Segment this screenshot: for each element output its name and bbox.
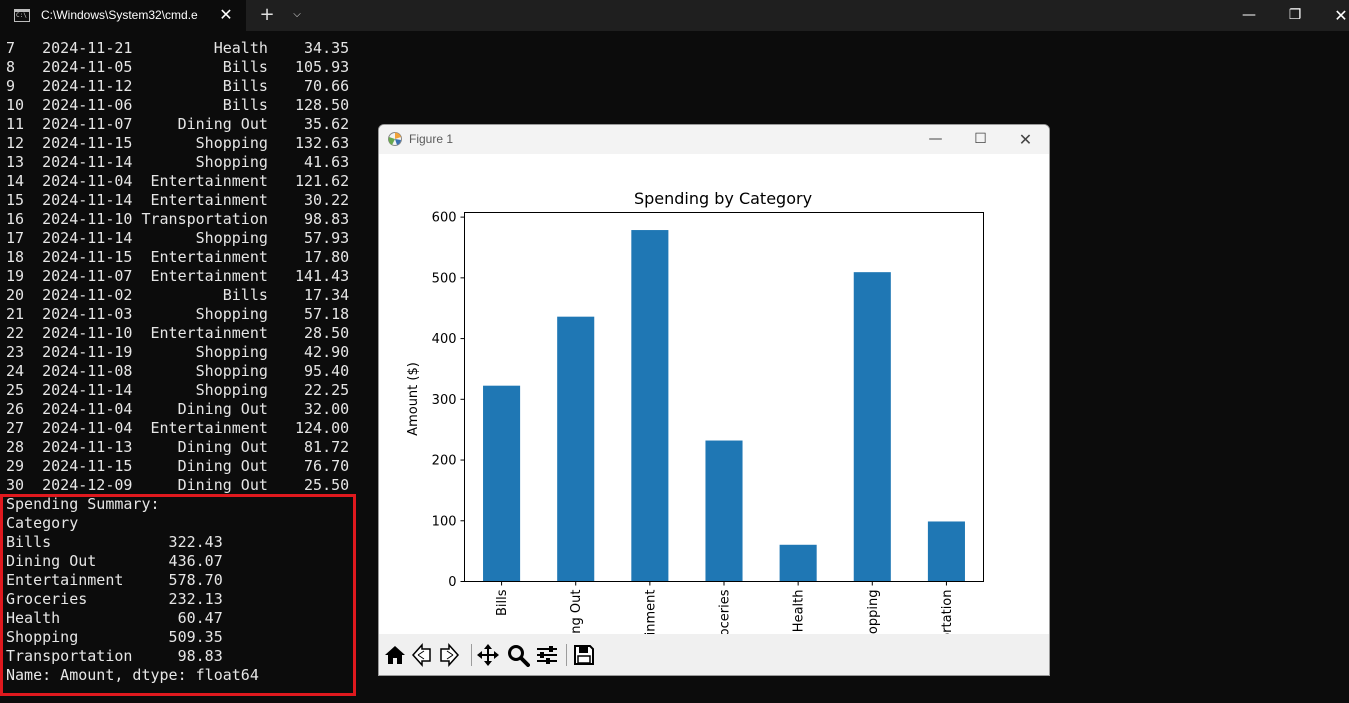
bar-dining-out <box>557 316 595 582</box>
figure-title: Figure 1 <box>409 132 454 146</box>
tab-close-icon[interactable]: ✕ <box>216 5 236 25</box>
terminal-row: 10 2024-11-06 Bills 128.50 <box>6 96 350 114</box>
terminal-row: 19 2024-11-07 Entertainment 141.43 <box>6 267 350 285</box>
figure-window: Figure 1 — ☐ ✕ Spending by Category Amou… <box>378 124 1050 676</box>
terminal-row: 16 2024-11-10 Transportation 98.83 <box>6 210 350 228</box>
terminal-row: 25 2024-11-14 Shopping 22.25 <box>6 381 350 399</box>
plot-area: Spending by Category Amount ($) 0 100 200 3… <box>379 154 1049 634</box>
matplotlib-icon <box>388 132 402 146</box>
bar-groceries <box>705 440 743 582</box>
restore-button[interactable]: ❐ <box>1272 0 1318 31</box>
y-tick-label: 600 <box>432 211 457 226</box>
terminal-row: 23 2024-11-19 Shopping 42.90 <box>6 343 350 361</box>
y-tick-label: 300 <box>432 393 457 408</box>
terminal-row: 15 2024-11-14 Entertainment 30.22 <box>6 191 350 209</box>
figure-maximize-button[interactable]: ☐ <box>958 125 1003 154</box>
figure-close-button[interactable]: ✕ <box>1003 125 1048 154</box>
y-tick-label: 100 <box>432 514 457 529</box>
x-tick-label: Shopping <box>866 590 881 635</box>
figure-titlebar: Figure 1 — ☐ ✕ <box>379 125 1049 154</box>
pan-icon[interactable] <box>476 643 502 667</box>
summary-highlight-box <box>0 494 356 696</box>
back-icon[interactable] <box>410 643 436 667</box>
save-icon[interactable] <box>572 643 598 667</box>
bar-entertainment <box>631 230 669 582</box>
x-tick-label: Health <box>792 590 807 633</box>
terminal-row: 22 2024-11-10 Entertainment 28.50 <box>6 324 350 342</box>
terminal-row: 27 2024-11-04 Entertainment 124.00 <box>6 419 350 437</box>
terminal-row: 21 2024-11-03 Shopping 57.18 <box>6 305 350 323</box>
chevron-down-icon[interactable]: ⌵ <box>287 5 307 25</box>
bar-health <box>779 544 817 582</box>
y-axis-label: Amount ($) <box>406 362 421 436</box>
figure-minimize-button[interactable]: — <box>913 125 958 154</box>
y-tick-label: 500 <box>432 271 457 286</box>
bar-transportation <box>927 521 965 582</box>
terminal-row: 17 2024-11-14 Shopping 57.93 <box>6 229 350 247</box>
terminal-row: 12 2024-11-15 Shopping 132.63 <box>6 134 350 152</box>
new-tab-plus-icon[interactable]: + <box>257 5 277 25</box>
bar-bills <box>483 385 521 582</box>
terminal-row: 26 2024-11-04 Dining Out 32.00 <box>6 400 350 418</box>
x-tick-label: Transportation <box>940 590 955 635</box>
terminal-row: 29 2024-11-15 Dining Out 76.70 <box>6 457 350 475</box>
cmd-icon <box>14 9 30 22</box>
chart-title: Spending by Category <box>634 189 812 208</box>
bars-group <box>483 230 965 582</box>
terminal-row: 11 2024-11-07 Dining Out 35.62 <box>6 115 350 133</box>
terminal-row: 13 2024-11-14 Shopping 41.63 <box>6 153 350 171</box>
close-button[interactable]: ✕ <box>1318 0 1349 31</box>
configure-subplots-icon[interactable] <box>535 643 561 667</box>
terminal-row: 20 2024-11-02 Bills 17.34 <box>6 286 350 304</box>
tab-title: C:\Windows\System32\cmd.e <box>41 8 198 22</box>
x-tick-label: Dining Out <box>569 590 584 635</box>
terminal-tab[interactable]: C:\Windows\System32\cmd.e ✕ <box>0 0 246 31</box>
zoom-icon[interactable] <box>506 643 532 667</box>
y-tick-label: 0 <box>448 575 456 590</box>
terminal-row: 28 2024-11-13 Dining Out 81.72 <box>6 438 350 456</box>
y-tick-label: 400 <box>432 332 457 347</box>
toolbar-separator <box>471 644 472 666</box>
terminal-row: 14 2024-11-04 Entertainment 121.62 <box>6 172 350 190</box>
terminal-row: 24 2024-11-08 Shopping 95.40 <box>6 362 350 380</box>
y-tick-label: 200 <box>432 454 457 469</box>
terminal-row: 9 2024-11-12 Bills 70.66 <box>6 77 350 95</box>
figure-toolbar <box>379 634 1049 675</box>
forward-icon[interactable] <box>437 643 463 667</box>
bar-shopping <box>853 272 891 582</box>
bar-chart: Spending by Category Amount ($) 0 100 200 3… <box>406 189 984 635</box>
terminal-row: 7 2024-11-21 Health 34.35 <box>6 39 350 57</box>
y-axis-ticks: 0 100 200 300 400 500 600 <box>432 211 465 590</box>
home-icon[interactable] <box>383 643 409 667</box>
minimize-button[interactable]: — <box>1226 0 1272 31</box>
x-axis-ticks: Bills Dining Out Entertainment Groceries Hea… <box>495 581 955 635</box>
toolbar-separator <box>566 644 567 666</box>
x-tick-label: Groceries <box>718 589 733 634</box>
terminal-titlebar: C:\Windows\System32\cmd.e ✕ + ⌵ — ❐ ✕ <box>0 0 1349 31</box>
x-tick-label: Entertainment <box>643 590 658 635</box>
terminal-row: 30 2024-12-09 Dining Out 25.50 <box>6 476 350 494</box>
x-tick-label: Bills <box>495 589 510 616</box>
terminal-row: 8 2024-11-05 Bills 105.93 <box>6 58 350 76</box>
terminal-row: 18 2024-11-15 Entertainment 17.80 <box>6 248 350 266</box>
